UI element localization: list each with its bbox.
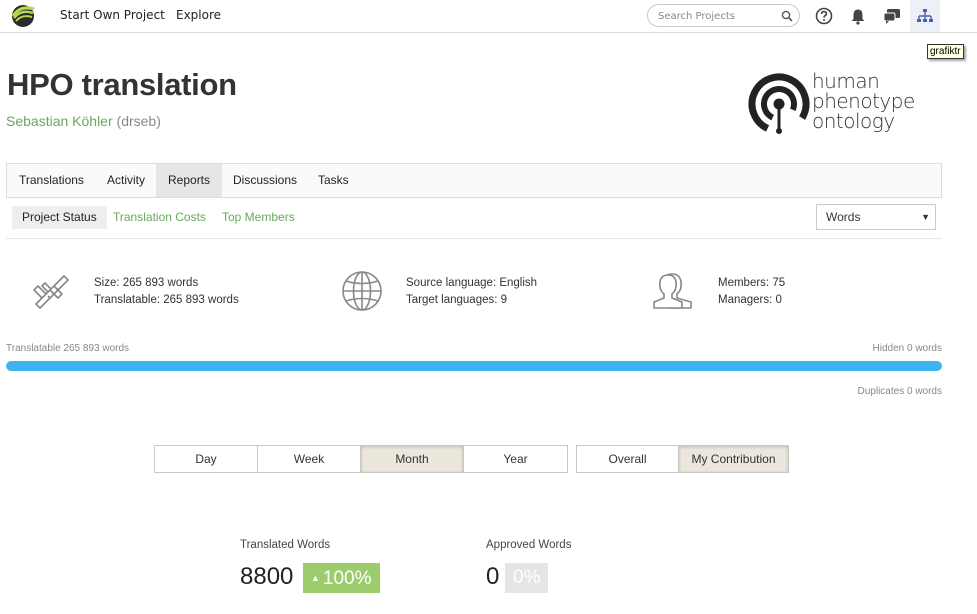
members-text: Members: 75 — [718, 277, 786, 289]
managers-text: Managers: 0 — [718, 294, 782, 306]
project-owner: Sebastian Köhler (drseb) — [6, 113, 161, 129]
report-subtabs: Project Status Translation Costs Top Mem… — [6, 198, 942, 239]
source-language-text: Source language: English — [406, 277, 538, 289]
scope-button-group: Overall My Contribution — [576, 445, 789, 473]
arrow-up-icon: ▲ — [311, 573, 320, 583]
subtab-project-status[interactable]: Project Status — [12, 206, 107, 229]
approved-words-label: Approved Words — [486, 539, 572, 551]
tooltip: grafiktr — [927, 44, 964, 59]
owner-name-link[interactable]: Sebastian Köhler — [6, 113, 113, 129]
scope-overall-button[interactable]: Overall — [577, 446, 679, 472]
period-year-button[interactable]: Year — [464, 446, 567, 472]
subtab-translation-costs[interactable]: Translation Costs — [103, 206, 216, 229]
tab-discussions[interactable]: Discussions — [221, 164, 309, 197]
period-day-button[interactable]: Day — [155, 446, 258, 472]
tab-translations[interactable]: Translations — [7, 164, 96, 197]
duplicates-label: Duplicates 0 words — [857, 386, 942, 397]
dropdown-caret-icon: ▼ — [921, 212, 930, 222]
owner-handle: (drseb) — [116, 113, 161, 129]
help-button[interactable] — [813, 5, 835, 27]
tab-reports[interactable]: Reports — [156, 164, 223, 197]
bell-icon — [851, 9, 865, 25]
hpo-logo-text: human phenotype ontology — [812, 69, 915, 133]
scope-my-contribution-button[interactable]: My Contribution — [679, 446, 788, 472]
explore-link[interactable]: Explore — [176, 8, 221, 22]
target-languages-text: Target languages: 9 — [406, 294, 508, 306]
period-month-button[interactable]: Month — [361, 446, 464, 472]
progress-bar — [6, 361, 942, 371]
start-own-project-link[interactable]: Start Own Project — [60, 8, 165, 22]
period-button-group: Day Week Month Year — [154, 445, 568, 473]
search-icon[interactable] — [781, 10, 793, 22]
tab-tasks[interactable]: Tasks — [306, 164, 361, 197]
messages-button[interactable] — [881, 5, 903, 27]
crowdin-logo-icon[interactable] — [6, 3, 38, 29]
hpo-logo-icon — [748, 73, 810, 135]
translated-change-badge: ▲ 100% — [303, 563, 380, 593]
translated-words-value: 8800 — [240, 563, 294, 590]
top-navbar: Start Own Project Explore — [0, 0, 977, 33]
search-box[interactable] — [647, 4, 800, 27]
approved-change-badge: 0% — [505, 563, 549, 593]
sitemap-button[interactable] — [910, 0, 940, 32]
globe-icon — [342, 271, 382, 311]
search-input[interactable] — [658, 8, 778, 24]
subtab-top-members[interactable]: Top Members — [212, 206, 305, 229]
main-tabs: Translations Activity Reports Discussion… — [6, 163, 942, 198]
unit-select-value: Words — [826, 210, 861, 224]
translatable-text: Translatable: 265 893 words — [94, 294, 239, 306]
translated-words-label: Translated Words — [240, 539, 331, 551]
chat-icon — [883, 9, 900, 24]
progress-bar-fill — [6, 361, 942, 371]
size-text: Size: 265 893 words — [94, 277, 199, 289]
notifications-button[interactable] — [847, 5, 869, 27]
size-stats: Size: 265 893 words Translatable: 265 89… — [94, 275, 239, 309]
member-stats: Members: 75 Managers: 0 — [718, 275, 785, 309]
translatable-progress-label: Translatable 265 893 words — [6, 343, 130, 354]
unit-select[interactable]: Words ▼ — [816, 204, 936, 230]
users-icon — [653, 273, 692, 309]
tab-activity[interactable]: Activity — [95, 164, 157, 197]
caliper-icon — [33, 275, 69, 309]
approved-words-value: 0 — [486, 563, 500, 590]
period-week-button[interactable]: Week — [258, 446, 361, 472]
help-icon — [815, 7, 833, 25]
page-title: HPO translation — [7, 67, 237, 102]
project-logo: human phenotype ontology — [748, 70, 928, 138]
hidden-words-label: Hidden 0 words — [872, 343, 942, 354]
sitemap-icon — [917, 9, 933, 22]
language-stats: Source language: English Target language… — [406, 275, 537, 309]
